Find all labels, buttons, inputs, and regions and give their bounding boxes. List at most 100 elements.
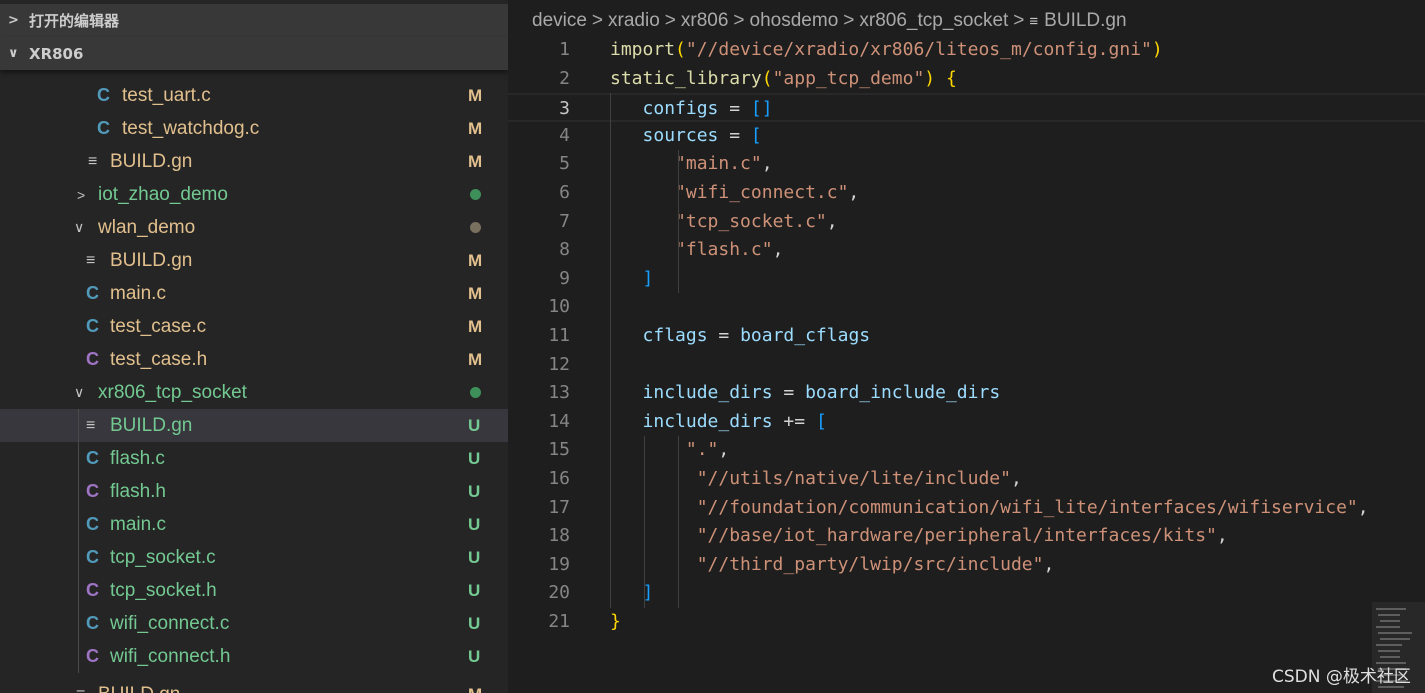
- code-text: configs = []: [642, 98, 773, 120]
- tree-file[interactable]: ≡ BUILD.gn M: [0, 678, 508, 693]
- tree-file[interactable]: Ctest_watchdog.c M: [0, 112, 508, 145]
- git-status-badge: M: [468, 316, 483, 336]
- git-status-badge: M: [468, 85, 483, 105]
- git-status-badge: U: [468, 580, 481, 600]
- tree-item-label: xr806_tcp_socket: [98, 381, 247, 403]
- code-line[interactable]: 15 ".",: [508, 436, 1425, 465]
- tree-file[interactable]: Ctcp_socket.c U: [0, 541, 508, 574]
- code-line[interactable]: 3 configs = []: [508, 93, 1425, 122]
- line-number: 10: [548, 296, 570, 318]
- git-status-badge: M: [468, 118, 483, 138]
- minimap-line: [1376, 644, 1402, 646]
- line-number: 13: [548, 382, 570, 404]
- breadcrumb-item[interactable]: BUILD.gn: [1044, 10, 1126, 32]
- code-line[interactable]: 9 ]: [508, 265, 1425, 294]
- line-number: 16: [548, 468, 570, 489]
- code-line[interactable]: 13 include_dirs = board_include_dirs: [508, 379, 1425, 408]
- open-editors-header[interactable]: > 打开的编辑器: [0, 4, 508, 37]
- code-line[interactable]: 20 ]: [508, 579, 1425, 608]
- tree-folder[interactable]: ∨ xr806_tcp_socket: [0, 376, 508, 409]
- minimap-line: [1378, 614, 1400, 616]
- line-number: 7: [559, 210, 570, 232]
- code-text: "tcp_socket.c",: [675, 210, 838, 232]
- line-number: 19: [548, 553, 570, 575]
- code-line[interactable]: 14 include_dirs += [: [508, 408, 1425, 437]
- code-line[interactable]: 19 "//third_party/lwip/src/include",: [508, 551, 1425, 580]
- code-text: "main.c",: [675, 153, 773, 175]
- code-line[interactable]: 4 sources = [: [508, 122, 1425, 151]
- code-text: "wifi_connect.c",: [675, 182, 860, 203]
- c-file-icon: C: [97, 85, 110, 105]
- minimap-line: [1380, 620, 1400, 622]
- code-text: "flash.c",: [675, 239, 784, 261]
- tree-file[interactable]: Ctest_case.h M: [0, 343, 508, 376]
- line-number: 18: [548, 525, 570, 547]
- tree-file[interactable]: ≡ BUILD.gn M: [0, 145, 508, 178]
- tree-file[interactable]: Ctest_case.c M: [0, 310, 508, 343]
- line-number: 5: [559, 153, 570, 175]
- code-line[interactable]: 16 "//utils/native/lite/include",: [508, 465, 1425, 494]
- tree-file[interactable]: Cflash.h U: [0, 475, 508, 508]
- tree-file[interactable]: ≡ BUILD.gn M: [0, 244, 508, 277]
- tree-item-label: test_uart.c: [122, 84, 211, 106]
- text-file-icon: ≡: [86, 416, 96, 434]
- tree-file[interactable]: Cmain.c U: [0, 508, 508, 541]
- c-file-icon: C: [86, 547, 99, 567]
- indent-guide: [78, 442, 79, 475]
- tree-file[interactable]: Cwifi_connect.c U: [0, 607, 508, 640]
- git-status-dot: [470, 387, 481, 398]
- git-status-badge: U: [468, 613, 481, 633]
- chevron-right-icon: >: [1013, 10, 1025, 31]
- text-file-icon: ≡: [86, 251, 96, 269]
- tree-file[interactable]: Cflash.c U: [0, 442, 508, 475]
- tree-file[interactable]: Ctcp_socket.h U: [0, 574, 508, 607]
- tree-item-label: test_case.c: [110, 315, 207, 337]
- chevron-right-icon: >: [733, 10, 745, 31]
- breadcrumb-item[interactable]: ohosdemo: [750, 10, 839, 32]
- git-status-badge: M: [468, 685, 482, 693]
- code-line[interactable]: 17 "//foundation/communication/wifi_lite…: [508, 494, 1425, 523]
- breadcrumb-item[interactable]: xradio: [608, 10, 660, 32]
- tree-file[interactable]: Cwifi_connect.h U: [0, 640, 508, 673]
- line-number: 3: [559, 98, 570, 120]
- tree-item-label: flash.c: [110, 447, 165, 469]
- code-line[interactable]: 6 "wifi_connect.c",: [508, 179, 1425, 208]
- code-text: ]: [642, 267, 654, 289]
- code-text: "//third_party/lwip/src/include",: [696, 553, 1055, 575]
- git-status-badge: U: [468, 415, 481, 435]
- code-line[interactable]: 18 "//base/iot_hardware/peripheral/inter…: [508, 522, 1425, 551]
- breadcrumb-item[interactable]: xr806_tcp_socket: [859, 10, 1008, 32]
- minimap-line: [1378, 650, 1400, 652]
- code-line[interactable]: 5 "main.c",: [508, 150, 1425, 179]
- code-line[interactable]: 1 import("//device/xradio/xr806/liteos_m/…: [508, 36, 1425, 65]
- minimap-line: [1380, 656, 1400, 658]
- git-status-dot: [470, 189, 481, 200]
- code-line[interactable]: 12: [508, 351, 1425, 380]
- indent-guide: [678, 436, 679, 608]
- tree-file[interactable]: Ctest_uart.c M: [0, 79, 508, 112]
- workspace-root-header[interactable]: ∨ XR806: [0, 37, 508, 70]
- code-editor[interactable]: device > xradio > xr806 > ohosdemo > xr806_tcp_s…: [508, 0, 1425, 693]
- code-line[interactable]: 10: [508, 293, 1425, 322]
- breadcrumb-item[interactable]: device: [532, 10, 587, 32]
- git-status-badge: U: [468, 448, 481, 468]
- tree-file[interactable]: Cmain.c M: [0, 277, 508, 310]
- code-line[interactable]: 7 "tcp_socket.c",: [508, 208, 1425, 237]
- code-line[interactable]: 8 "flash.c",: [508, 236, 1425, 265]
- git-status-badge: U: [468, 547, 481, 567]
- chevron-down-icon: ∨: [8, 46, 19, 61]
- git-status-badge: U: [468, 646, 481, 666]
- git-status-badge: U: [468, 514, 481, 534]
- code-line[interactable]: 11 cflags = board_cflags: [508, 322, 1425, 351]
- breadcrumb-item[interactable]: xr806: [681, 10, 729, 32]
- indent-guide: [78, 574, 79, 607]
- tree-folder[interactable]: ∨ wlan_demo: [0, 211, 508, 244]
- indent-guide: [78, 541, 79, 574]
- chevron-right-icon: >: [77, 186, 86, 203]
- tree-folder[interactable]: > iot_zhao_demo: [0, 178, 508, 211]
- tree-item-label: tcp_socket.h: [110, 579, 217, 601]
- code-line[interactable]: 21}: [508, 608, 1425, 637]
- code-text: include_dirs = board_include_dirs: [642, 382, 1001, 404]
- tree-file[interactable]: ≡ BUILD.gn U: [0, 409, 508, 442]
- code-line[interactable]: 2 static_library("app_tcp_demo") {: [508, 65, 1425, 94]
